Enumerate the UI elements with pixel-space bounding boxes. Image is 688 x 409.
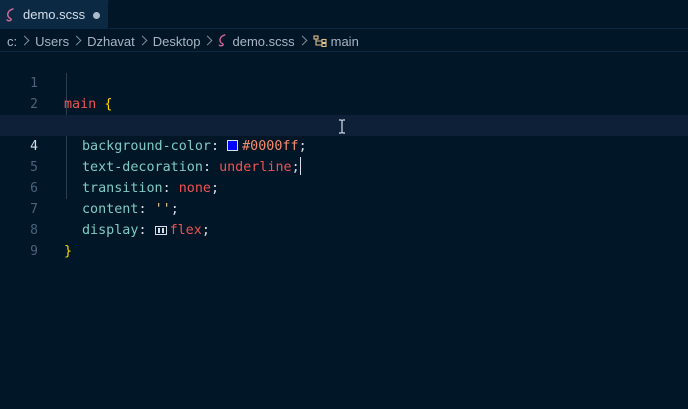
tab-demo-scss[interactable]: demo.scss — [0, 0, 109, 29]
breadcrumb: c: Users Dzhavat Desktop demo.scss main — [0, 31, 688, 52]
code-text: } — [64, 241, 72, 262]
code-line-3[interactable]: 3 background-color: #0000ff; — [0, 94, 688, 154]
breadcrumb-item-dzhavat[interactable]: Dzhavat — [87, 34, 135, 49]
unsaved-dot-icon[interactable] — [93, 12, 100, 19]
tab-label: demo.scss — [23, 7, 86, 22]
breadcrumb-drive[interactable]: c: — [7, 34, 17, 49]
breadcrumb-symbol[interactable]: main — [331, 34, 359, 49]
brace-close: } — [64, 244, 73, 259]
code-editor[interactable]: 1 main { 2 padding-bottom: auto; 3 backg… — [0, 52, 688, 409]
chevron-right-icon — [19, 35, 30, 45]
symbol-structure-icon — [313, 34, 327, 50]
breadcrumb-item-desktop[interactable]: Desktop — [153, 34, 201, 49]
code-line-2[interactable]: 2 padding-bottom: auto; — [0, 73, 688, 133]
breadcrumb-file[interactable]: demo.scss — [232, 34, 294, 49]
code-line-9[interactable]: 9 — [0, 220, 688, 259]
code-line-7[interactable]: 7 display: flex; — [0, 178, 688, 238]
code-line-1[interactable]: 1 main { — [0, 52, 688, 112]
chevron-right-icon — [297, 35, 308, 45]
code-line-6[interactable]: 6 content: ''; — [0, 157, 688, 217]
breadcrumb-item-users[interactable]: Users — [35, 34, 69, 49]
chevron-right-icon — [203, 35, 213, 45]
sass-file-icon — [6, 8, 16, 22]
ibeam-cursor-icon — [338, 119, 346, 134]
code-line-8[interactable]: 8 } — [0, 199, 688, 259]
line-number: 9 — [30, 244, 38, 259]
editor-window: demo.scss c: Users Dzhavat Desktop demo.… — [0, 0, 688, 409]
chevron-right-icon — [137, 35, 148, 45]
sass-file-icon — [218, 34, 228, 50]
tab-bar: demo.scss — [0, 0, 688, 29]
chevron-right-icon — [71, 35, 82, 45]
code-line-5[interactable]: 5 transition: none; — [0, 136, 688, 196]
